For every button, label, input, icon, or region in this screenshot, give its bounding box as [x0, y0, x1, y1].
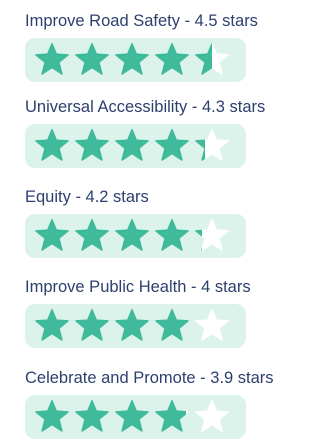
rating-label: Universal Accessibility - 4.3 stars [25, 98, 266, 116]
rating-list: Improve Road Safety - 4.5 stars Universa… [0, 0, 314, 439]
star-fill [35, 400, 69, 434]
star-fill [195, 43, 212, 77]
star-icon [75, 43, 109, 77]
star-icon [115, 309, 149, 343]
rating-label: Improve Public Health - 4 stars [25, 278, 251, 296]
star-icon [195, 43, 229, 77]
star-icon [155, 219, 189, 253]
rating-label: Celebrate and Promote - 3.9 stars [25, 369, 274, 387]
star-icon [155, 400, 189, 434]
star-fill [115, 219, 149, 253]
star-row [35, 400, 235, 434]
star-fill [75, 219, 109, 253]
star-fill [75, 400, 109, 434]
star-rating-bar [25, 214, 246, 258]
rating-label: Equity - 4.2 stars [25, 188, 149, 206]
star-icon [155, 43, 189, 77]
star-icon [115, 43, 149, 77]
star-rating-bar [25, 304, 246, 348]
star-fill [155, 219, 189, 253]
star-fill [195, 129, 206, 163]
star-icon [195, 400, 229, 434]
star-icon [35, 309, 69, 343]
star-fill [75, 43, 109, 77]
star-fill [35, 43, 69, 77]
star-fill [75, 309, 109, 343]
star-icon [195, 219, 229, 253]
star-icon [75, 129, 109, 163]
star-icon [115, 400, 149, 434]
star-fill [155, 129, 189, 163]
star-row [35, 309, 235, 343]
star-icon [195, 129, 229, 163]
star-icon [115, 219, 149, 253]
star-icon [35, 43, 69, 77]
star-icon [75, 219, 109, 253]
star-fill [35, 129, 69, 163]
star-icon [115, 129, 149, 163]
star-rating-bar [25, 395, 246, 439]
star-fill [195, 219, 202, 253]
rating-label: Improve Road Safety - 4.5 stars [25, 12, 258, 30]
star-icon [35, 219, 69, 253]
star-icon [155, 129, 189, 163]
star-fill [155, 400, 186, 434]
star-icon [75, 400, 109, 434]
star-row [35, 129, 235, 163]
star-rating-bar [25, 124, 246, 168]
star-fill [115, 129, 149, 163]
star-fill [115, 309, 149, 343]
star-fill [155, 309, 189, 343]
star-icon [35, 400, 69, 434]
star-fill [75, 129, 109, 163]
star-fill [115, 400, 149, 434]
star-icon [155, 309, 189, 343]
star-icon [75, 309, 109, 343]
star-row [35, 43, 235, 77]
star-fill [35, 219, 69, 253]
star-fill [155, 43, 189, 77]
star-fill [115, 43, 149, 77]
star-rating-bar [25, 38, 246, 82]
star-row [35, 219, 235, 253]
star-fill [35, 309, 69, 343]
star-icon [195, 309, 229, 343]
star-icon [35, 129, 69, 163]
